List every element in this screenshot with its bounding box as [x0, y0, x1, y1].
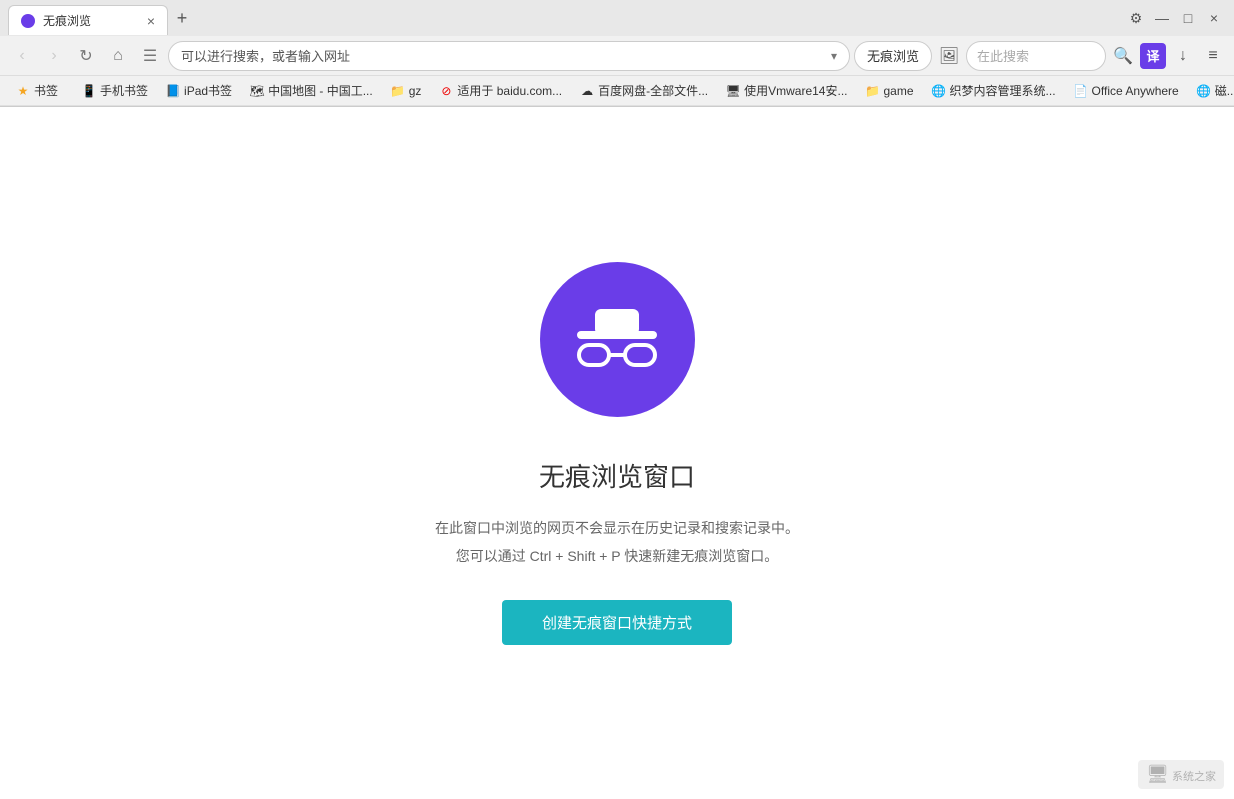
- incognito-svg: [567, 299, 667, 379]
- minimize-button[interactable]: —: [1150, 6, 1174, 30]
- active-tab[interactable]: 无痕浏览 ×: [8, 5, 168, 35]
- incognito-description: 在此窗口中浏览的网页不会显示在历史记录和搜索记录中。 您可以通过 Ctrl + …: [435, 514, 799, 570]
- map-icon: 🗺: [250, 84, 264, 98]
- incognito-desc-line1: 在此窗口中浏览的网页不会显示在历史记录和搜索记录中。: [435, 514, 799, 542]
- bookmark-item-baidupan[interactable]: ☁ 百度网盘-全部文件...: [572, 79, 716, 102]
- mobile-icon: 📱: [82, 84, 96, 98]
- ipad-icon: 📘: [166, 84, 180, 98]
- search-placeholder: 在此搜索: [977, 46, 1029, 65]
- address-text: 可以进行搜索，或者输入网址: [181, 46, 823, 65]
- tab-close-button[interactable]: ×: [147, 13, 155, 29]
- bookmark-label: 使用Vmware14安...: [744, 82, 847, 99]
- window-controls: ⚙ — □ ×: [1124, 6, 1234, 30]
- incognito-icon-circle: [540, 262, 695, 417]
- bookmark-item-mobile[interactable]: 📱 手机书签: [74, 79, 156, 102]
- refresh-button[interactable]: ↻: [72, 42, 100, 70]
- office-icon: 📄: [1074, 84, 1088, 98]
- address-dropdown-icon[interactable]: ▾: [831, 49, 837, 63]
- address-input[interactable]: 可以进行搜索，或者输入网址 ▾: [168, 41, 850, 71]
- new-tab-button[interactable]: +: [168, 4, 196, 32]
- page-content: 无痕浏览窗口 在此窗口中浏览的网页不会显示在历史记录和搜索记录中。 您可以通过 …: [0, 107, 1234, 799]
- search-engine-label: 无痕浏览: [867, 46, 919, 65]
- bookmark-item-magnetic[interactable]: 🌐 磁...: [1189, 79, 1234, 102]
- vmware-icon: 🖥: [726, 84, 740, 98]
- incognito-desc-line2: 您可以通过 Ctrl + Shift + P 快速新建无痕浏览窗口。: [435, 542, 799, 570]
- bookmark-item-dedecms[interactable]: 🌐 织梦内容管理系统...: [924, 79, 1064, 102]
- magnetic-icon: 🌐: [1197, 84, 1211, 98]
- bookmark-label: 百度网盘-全部文件...: [598, 82, 708, 99]
- bookmarks-button[interactable]: ☰: [136, 42, 164, 70]
- search-engine-selector[interactable]: 无痕浏览: [854, 41, 932, 71]
- bookmark-item-ipad[interactable]: 📘 iPad书签: [158, 79, 240, 102]
- create-shortcut-button[interactable]: 创建无痕窗口快捷方式: [502, 600, 732, 645]
- bookmark-item-gz[interactable]: 📁 gz: [383, 81, 430, 101]
- bookmark-label: gz: [409, 84, 422, 98]
- download-icon[interactable]: ↓: [1170, 43, 1196, 69]
- bookmark-item-baidu-block[interactable]: ⊘ 适用于 baidu.com...: [431, 79, 570, 102]
- cloud-icon: ☁: [580, 84, 594, 98]
- watermark: 🖥 系统之家: [1138, 760, 1224, 789]
- bookmark-label: 织梦内容管理系统...: [950, 82, 1056, 99]
- bookmark-item-bookmarks[interactable]: ★ 书签: [8, 79, 66, 102]
- bookmark-label: game: [884, 84, 914, 98]
- block-icon: ⊘: [439, 84, 453, 98]
- menu-icon[interactable]: ≡: [1200, 43, 1226, 69]
- bookmark-label: iPad书签: [184, 82, 232, 99]
- bookmark-label: 手机书签: [100, 82, 148, 99]
- game-folder-icon: 📁: [866, 84, 880, 98]
- bookmark-label: 书签: [34, 82, 58, 99]
- folder-icon: 📁: [391, 84, 405, 98]
- bookmark-label: 适用于 baidu.com...: [457, 82, 562, 99]
- tab-title: 无痕浏览: [43, 12, 91, 29]
- forward-button[interactable]: ›: [40, 42, 68, 70]
- bookmarks-bar: ★ 书签 📱 手机书签 📘 iPad书签 🗺 中国地图 - 中国工... 📁 g…: [0, 76, 1234, 106]
- bookmark-label: 中国地图 - 中国工...: [268, 82, 373, 99]
- watermark-text: 🖥 系统之家: [1138, 760, 1224, 789]
- back-button[interactable]: ‹: [8, 42, 36, 70]
- close-window-button[interactable]: ×: [1202, 6, 1226, 30]
- tab-favicon: [21, 14, 35, 28]
- settings-icon[interactable]: ⚙: [1124, 6, 1148, 30]
- bookmark-label: 磁...: [1215, 82, 1234, 99]
- dedecms-icon: 🌐: [932, 84, 946, 98]
- address-bar: ‹ › ↻ ⌂ ☰ 可以进行搜索，或者输入网址 ▾ 无痕浏览 🖼 在此搜索 🔍 …: [0, 36, 1234, 76]
- bookmark-item-office-anywhere[interactable]: 📄 Office Anywhere: [1066, 81, 1187, 101]
- image-search-icon[interactable]: 🖼: [936, 43, 962, 69]
- search-input-field[interactable]: 在此搜索: [966, 41, 1106, 71]
- tab-bar: 无痕浏览 × + ⚙ — □ ×: [0, 0, 1234, 36]
- home-button[interactable]: ⌂: [104, 42, 132, 70]
- bookmark-item-chinamap[interactable]: 🗺 中国地图 - 中国工...: [242, 79, 381, 102]
- maximize-button[interactable]: □: [1176, 6, 1200, 30]
- star-icon: ★: [16, 84, 30, 98]
- bookmark-item-game[interactable]: 📁 game: [858, 81, 922, 101]
- bookmark-item-vmware[interactable]: 🖥 使用Vmware14安...: [718, 79, 855, 102]
- bookmark-label: Office Anywhere: [1092, 84, 1179, 98]
- translate-button[interactable]: 译: [1140, 43, 1166, 69]
- incognito-title: 无痕浏览窗口: [539, 457, 695, 494]
- search-icon[interactable]: 🔍: [1110, 43, 1136, 69]
